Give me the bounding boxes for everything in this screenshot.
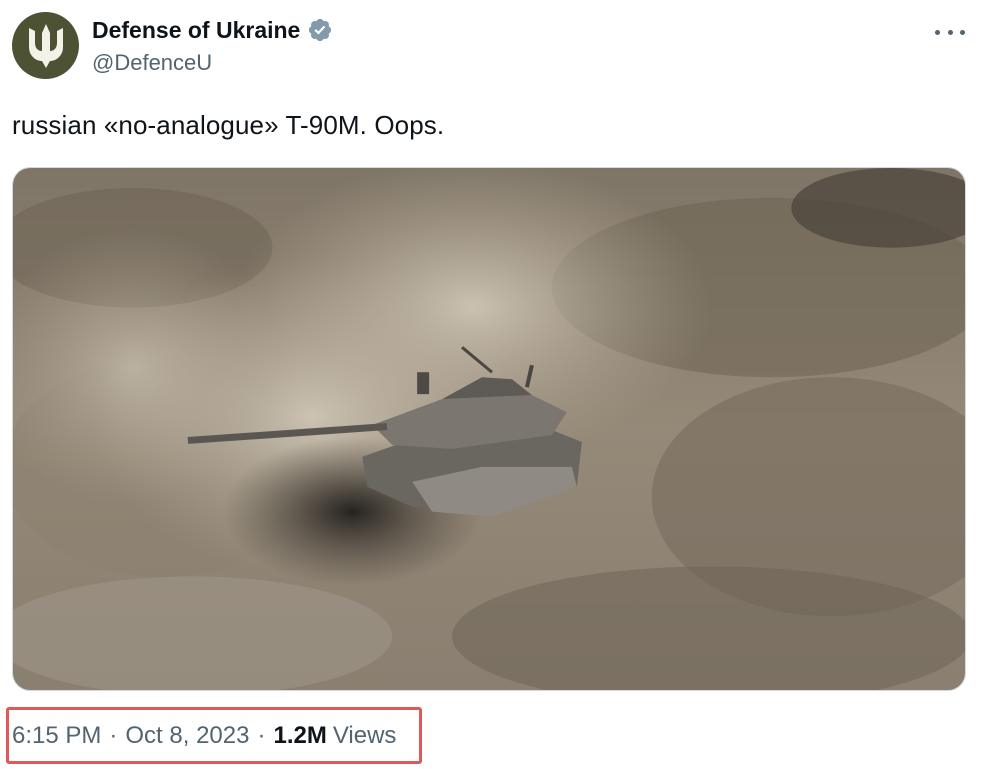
tank-video-still — [13, 168, 965, 690]
tweet-time[interactable]: 6:15 PM — [12, 722, 101, 750]
verified-badge-icon[interactable] — [307, 17, 333, 43]
more-options-icon[interactable] — [935, 22, 965, 42]
tweet-text: russian «no-analogue» T-90M. Oops. — [12, 110, 445, 140]
author-block: Defense of Ukraine @DefenceU — [92, 14, 333, 76]
dot — [947, 29, 953, 35]
handle[interactable]: @DefenceU — [92, 50, 333, 76]
tweet-date[interactable]: Oct 8, 2023 — [125, 722, 249, 750]
name-row: Defense of Ukraine — [92, 14, 333, 46]
dot — [935, 29, 940, 35]
separator: · — [257, 722, 266, 749]
tweet-media[interactable] — [12, 167, 966, 691]
avatar[interactable] — [12, 12, 79, 79]
views-label: Views — [332, 722, 397, 749]
ukraine-trident-icon — [28, 23, 63, 68]
display-name[interactable]: Defense of Ukraine — [92, 17, 300, 44]
dot — [960, 29, 965, 35]
tweet-meta: 6:15 PM · Oct 8, 2023 · 1.2M Views — [12, 722, 396, 750]
separator: · — [109, 722, 118, 749]
views-count: 1.2M — [273, 722, 327, 749]
